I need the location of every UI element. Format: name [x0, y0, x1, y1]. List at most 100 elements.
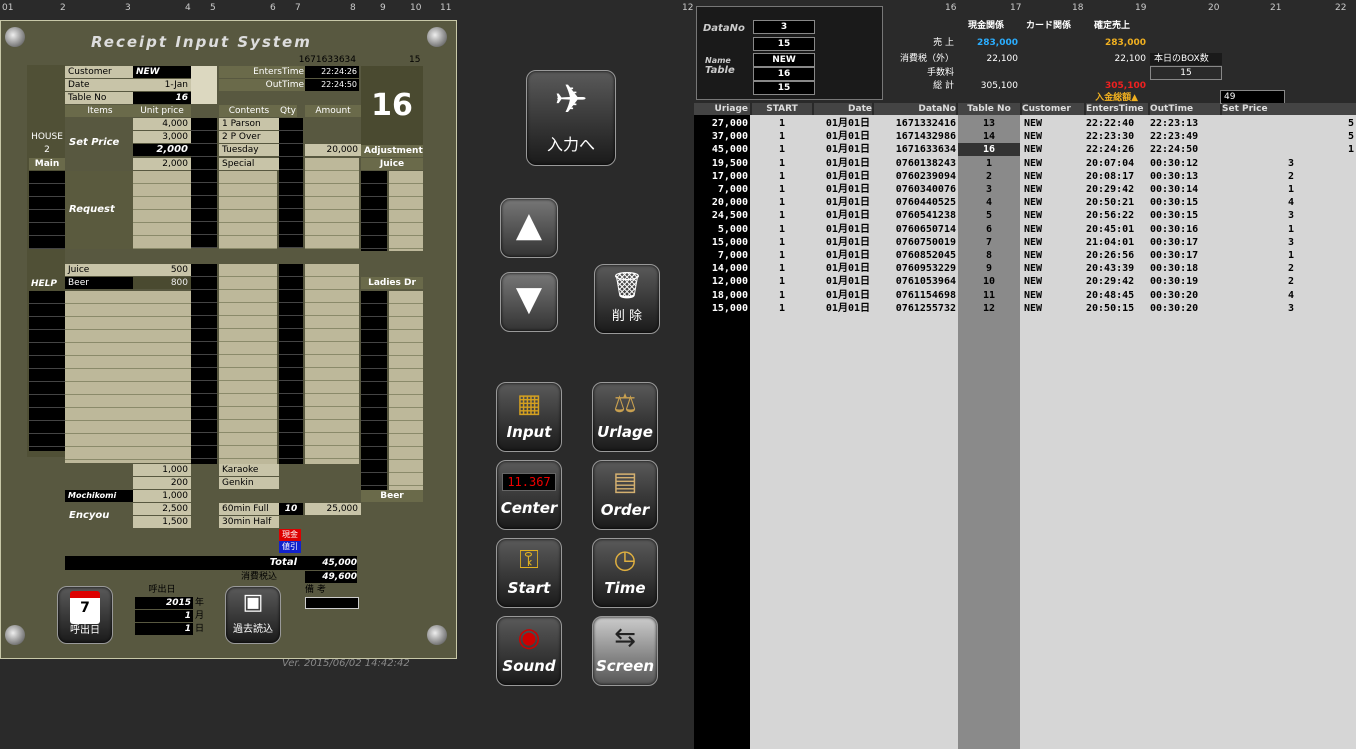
table-row[interactable]: 15,000 1 01月01日 0761255732 12 NEW 20:50:15 00:3…: [0, 302, 1356, 315]
version-label: Ver. 2015/06/02 14:42:42: [282, 658, 410, 669]
cell-datano: 1671332416: [895, 118, 956, 129]
cell-out-time: 00:30:13: [1150, 170, 1199, 182]
header-table-no[interactable]: Table No: [958, 103, 1020, 115]
discount-badge[interactable]: 値引: [279, 541, 301, 553]
header-uriage[interactable]: Uriage: [694, 103, 750, 115]
table-row[interactable]: 20,000 1 01月01日 0760440525 4 NEW 20:50:21 00:30…: [0, 196, 1356, 209]
gold-bars-icon: ▦: [516, 389, 542, 419]
customer-field[interactable]: NEW: [133, 66, 194, 78]
side-black-column: [29, 291, 65, 451]
cell-enters-time: 20:56:22: [1086, 210, 1135, 222]
cell-uriage: 37,000: [711, 131, 748, 143]
cell-uriage: 15,000: [711, 302, 748, 314]
table-row[interactable]: 5,000 1 01月01日 0760650714 6 NEW 20:45:01 00:30:…: [0, 223, 1356, 236]
date-label: Date: [65, 79, 135, 91]
screw-icon: [427, 27, 447, 47]
header-date[interactable]: Date: [814, 103, 872, 115]
table-row[interactable]: 27,000 1 01月01日 1671332416 13 NEW 22:22:40 22:2…: [0, 117, 1356, 130]
header-datano[interactable]: DataNo: [874, 103, 956, 115]
ruler-label: 16: [945, 3, 957, 13]
call-day-field[interactable]: 1: [135, 623, 193, 635]
name-field[interactable]: NEW: [753, 53, 815, 67]
screen-button[interactable]: ⇆ Screen: [592, 616, 658, 686]
time-button[interactable]: ◷ Time: [592, 538, 658, 608]
cell-customer: NEW: [1024, 118, 1043, 129]
box-count-field[interactable]: 15: [1150, 66, 1222, 80]
calendar-button[interactable]: 7 呼出日: [57, 586, 113, 644]
table-label: Table: [705, 65, 735, 76]
table-row[interactable]: 24,500 1 01月01日 0760541238 5 NEW 20:56:22 00:30…: [0, 209, 1356, 222]
swap-arrows-icon: ⇆: [614, 623, 636, 653]
call-month-field[interactable]: 1: [135, 610, 193, 622]
table-row[interactable]: 17,000 1 01月01日 0760239094 2 NEW 20:08:17 00:30…: [0, 170, 1356, 183]
enters-label: EntersTime: [219, 66, 307, 78]
table-row[interactable]: 7,000 1 01月01日 0760340076 3 NEW 20:29:42 00:30:…: [0, 183, 1356, 196]
cash-badge[interactable]: 現金: [279, 529, 301, 541]
header-out-time[interactable]: OutTime: [1150, 103, 1220, 115]
header-enters-time[interactable]: EntersTime: [1086, 103, 1148, 115]
cell-enters-time: 22:23:30: [1086, 131, 1135, 143]
cell-datano: 1671633634: [895, 144, 956, 156]
cell-set-price: 3: [1287, 236, 1294, 248]
encyou-content[interactable]: 60min Full: [219, 503, 279, 515]
cell-extra: 5: [1347, 118, 1354, 129]
remarks-field[interactable]: [305, 597, 359, 609]
cell-datano: 0760138243: [895, 157, 956, 169]
order-button[interactable]: ▤ Order: [592, 460, 658, 530]
date-field[interactable]: 1-Jan: [133, 79, 191, 91]
deposit-field[interactable]: 49: [1220, 90, 1285, 104]
header-start[interactable]: START: [752, 103, 812, 115]
table-row[interactable]: 7,000 1 01月01日 0760852045 8 NEW 20:26:56 00:30:…: [0, 249, 1356, 262]
cell-datano: 0760750019: [895, 236, 956, 248]
header-customer[interactable]: Customer: [1022, 103, 1084, 115]
input-button[interactable]: ▦ Input: [496, 382, 562, 452]
ruler-label: 3: [125, 3, 131, 13]
out-field[interactable]: 22:24:50: [305, 79, 359, 91]
call-year-field[interactable]: 2015: [135, 597, 193, 609]
cell-customer: NEW: [1024, 197, 1043, 209]
sound-button[interactable]: ◉ Sound: [496, 616, 562, 686]
cell-datano: 0760650714: [895, 223, 956, 235]
table-row[interactable]: 19,500 1 01月01日 0760138243 1 NEW 20:07:04 00:30…: [0, 157, 1356, 170]
table-row[interactable]: 18,000 1 01月01日 0761154698 11 NEW 20:48:45 00:3…: [0, 289, 1356, 302]
encyou-content[interactable]: 30min Half: [219, 516, 279, 528]
cell-datano: 0760953229: [895, 263, 956, 275]
cell-table-no: 5: [985, 210, 993, 222]
table-row[interactable]: 12,000 1 01月01日 0761053964 10 NEW 20:29:42 00:3…: [0, 275, 1356, 288]
karaoke-price[interactable]: 1,000: [133, 464, 191, 476]
table-row[interactable]: 15,000 1 01月01日 0760750019 7 NEW 21:04:01 00:30…: [0, 236, 1356, 249]
cell-table-no: 10: [982, 276, 996, 288]
cell-uriage: 14,000: [711, 263, 748, 275]
mochikomi-price[interactable]: 1,000: [133, 490, 191, 502]
cell-uriage: 27,000: [711, 118, 748, 129]
encyou-price[interactable]: 1,500: [133, 516, 191, 528]
enters-field[interactable]: 22:24:26: [305, 66, 359, 78]
table-row[interactable]: 45,000 1 01月01日 1671633634 16 NEW 22:24:26 22:2…: [0, 143, 1356, 157]
ruler-label: 6: [270, 3, 276, 13]
center-button[interactable]: 11.367 Center: [496, 460, 562, 530]
col-items: Items: [65, 105, 135, 117]
cell-out-time: 22:23:49: [1150, 131, 1199, 143]
cell-date: 01月01日: [825, 118, 870, 129]
cell-customer: NEW: [1024, 131, 1043, 143]
cell-datano: 1671432986: [895, 131, 956, 143]
genkin-price[interactable]: 200: [133, 477, 191, 489]
urlage-button[interactable]: ⚖ Urlage: [592, 382, 658, 452]
drink-rows[interactable]: [65, 291, 191, 463]
cell-enters-time: 20:45:01: [1086, 223, 1135, 235]
info-field-5[interactable]: 15: [753, 81, 815, 95]
table-field[interactable]: 16: [753, 67, 815, 81]
info-field-2[interactable]: 15: [753, 37, 815, 51]
cell-customer: NEW: [1024, 223, 1043, 235]
table-row[interactable]: 37,000 1 01月01日 1671432986 14 NEW 22:23:30 22:2…: [0, 130, 1356, 143]
tableno-field[interactable]: 16: [133, 92, 191, 104]
encyou-price[interactable]: 2,500: [133, 503, 191, 515]
header-set-price[interactable]: Set Price: [1222, 103, 1356, 115]
start-button[interactable]: ⚿ Start: [496, 538, 562, 608]
past-load-button[interactable]: ▣ 過去読込: [225, 586, 281, 644]
cell-start: 1: [778, 289, 786, 301]
datano-field[interactable]: 3: [753, 20, 815, 34]
table-row[interactable]: 14,000 1 01月01日 0760953229 9 NEW 20:43:39 00:30…: [0, 262, 1356, 275]
encyou-qty[interactable]: 10: [279, 503, 303, 515]
tax-final: 22,100: [1114, 54, 1147, 64]
